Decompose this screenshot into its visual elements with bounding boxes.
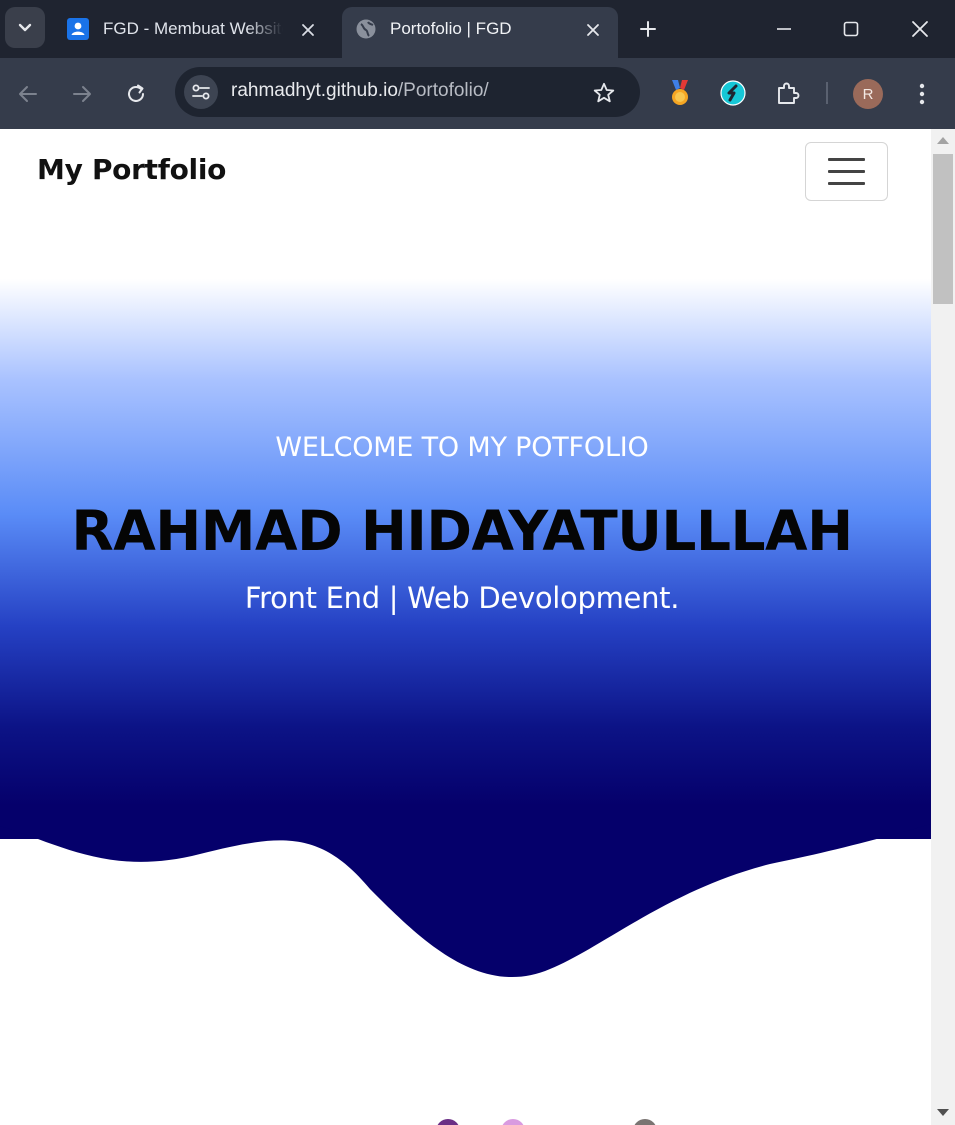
back-button[interactable] <box>10 76 46 112</box>
plus-icon <box>640 21 656 37</box>
tab-portofolio-fgd[interactable]: Portofolio | FGD <box>342 7 618 58</box>
skill-icon <box>633 1119 657 1125</box>
star-icon <box>593 82 615 103</box>
hero-welcome-text: WELCOME TO MY POTFOLIO <box>275 432 649 463</box>
medal-extension-icon <box>672 80 688 105</box>
maximize-button[interactable] <box>834 12 868 46</box>
close-tab-icon[interactable] <box>297 19 319 41</box>
tune-icon <box>192 84 210 100</box>
tab-title: FGD - Membuat Website <box>103 19 283 38</box>
address-bar[interactable]: rahmadhyt.github.io/Portofolio/ <box>175 67 640 117</box>
brand-logo[interactable]: My Portfolio <box>37 153 226 186</box>
medal-extension-button[interactable] <box>665 78 695 108</box>
scroll-up-arrow-icon[interactable] <box>937 137 949 144</box>
tab-strip: FGD - Membuat Website Portofolio | FGD <box>0 0 955 58</box>
google-classroom-icon <box>67 18 89 40</box>
page-viewport: My Portfolio WELCOME TO MY POTFOLIO RAHM… <box>0 129 931 1125</box>
scrollbar-thumb[interactable] <box>933 154 953 304</box>
extensions-button[interactable] <box>773 78 803 108</box>
globe-icon <box>355 18 377 40</box>
hamburger-icon-line <box>828 182 865 185</box>
tab-fgd-membuat-website[interactable]: FGD - Membuat Website <box>52 7 337 58</box>
browser-toolbar: rahmadhyt.github.io/Portofolio/ R <box>0 58 955 129</box>
sync-extension-icon <box>720 80 746 106</box>
menu-button[interactable] <box>904 76 940 112</box>
minimize-icon <box>777 28 791 30</box>
toolbar-divider <box>826 82 828 104</box>
close-tab-icon[interactable] <box>582 19 604 41</box>
url-path: /Portofolio/ <box>397 80 489 101</box>
chevron-down-icon <box>18 23 32 31</box>
scroll-down-arrow-icon[interactable] <box>937 1109 949 1116</box>
reload-button[interactable] <box>118 76 154 112</box>
close-window-button[interactable] <box>903 12 937 46</box>
tab-title: Portofolio | FGD <box>390 19 512 38</box>
bookmark-star-button[interactable] <box>590 79 618 107</box>
skill-icon <box>501 1119 525 1125</box>
hamburger-icon-line <box>828 158 865 161</box>
kebab-menu-icon <box>919 83 925 105</box>
hamburger-icon-line <box>828 170 865 173</box>
url-text[interactable]: rahmadhyt.github.io/Portofolio/ <box>231 80 489 102</box>
profile-avatar[interactable]: R <box>853 79 883 109</box>
site-navbar: My Portfolio <box>0 129 931 219</box>
sync-extension-button[interactable] <box>718 78 748 108</box>
page-scrollbar[interactable] <box>931 129 955 1125</box>
url-host: rahmadhyt.github.io <box>231 80 398 101</box>
hero-tagline: Front End | Web Devolopment. <box>244 581 680 615</box>
reload-icon <box>128 84 144 102</box>
arrow-right-icon <box>73 86 91 102</box>
maximize-icon <box>843 21 859 37</box>
new-tab-button[interactable] <box>634 15 662 43</box>
puzzle-extensions-icon <box>778 82 800 104</box>
navbar-toggle-button[interactable] <box>805 142 888 201</box>
close-icon <box>912 21 928 37</box>
skill-icon <box>436 1119 460 1125</box>
site-info-button[interactable] <box>184 75 218 109</box>
arrow-left-icon <box>19 86 37 102</box>
tab-search-button[interactable] <box>5 7 45 48</box>
forward-button[interactable] <box>64 76 100 112</box>
hero-name-heading: RAHMAD HIDAYATULLLAH <box>71 499 853 563</box>
minimize-button[interactable] <box>767 12 801 46</box>
hero-wave <box>0 809 931 978</box>
